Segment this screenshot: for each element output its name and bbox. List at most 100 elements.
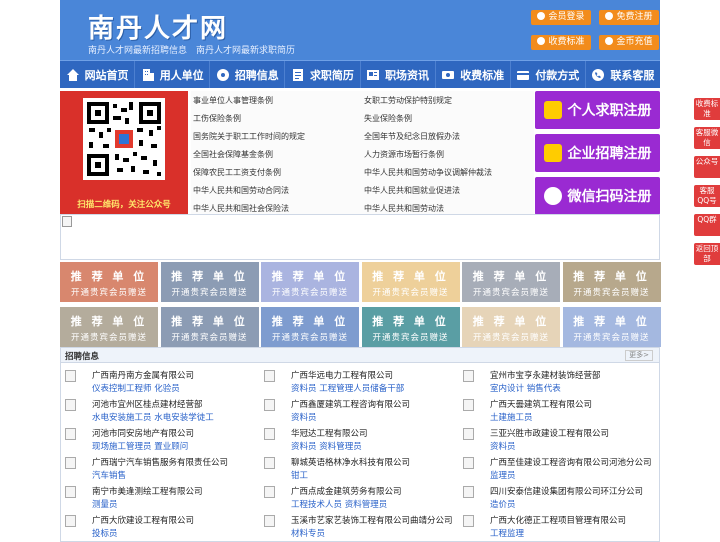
tile-subtitle: 开通贵宾会员赠送 bbox=[271, 333, 348, 343]
job-positions-link[interactable]: 工程技术人员 资料管理员 bbox=[291, 498, 387, 510]
job-positions-link[interactable]: 造价员 bbox=[490, 498, 516, 510]
job-positions-link[interactable]: 钳工 bbox=[291, 469, 308, 481]
company-logo-image[interactable] bbox=[463, 399, 474, 411]
company-logo-image[interactable] bbox=[264, 457, 275, 469]
job-positions-link[interactable]: 土建施工员 bbox=[490, 411, 533, 423]
job-positions-link[interactable]: 资料员 资料管理员 bbox=[291, 440, 362, 452]
job-positions-link[interactable]: 测量员 bbox=[92, 498, 118, 510]
job-positions-link[interactable]: 监理员 bbox=[490, 469, 516, 481]
float-button[interactable]: 客服微信 bbox=[694, 127, 720, 149]
company-name-link[interactable]: 三亚兴胜市政建设工程有限公司 bbox=[490, 427, 609, 439]
recommend-tile[interactable]: 推 荐 单 位开通贵宾会员赠送 bbox=[160, 262, 259, 302]
company-logo-image[interactable] bbox=[463, 370, 474, 382]
job-positions-link[interactable]: 工程监理 bbox=[490, 527, 524, 539]
recommend-tile[interactable]: 推 荐 单 位开通贵宾会员赠送 bbox=[361, 262, 460, 302]
job-item: 广西瑞宁汽车销售服务有限责任公司 汽车销售 bbox=[61, 455, 256, 483]
job-positions-link[interactable]: 仪表控制工程师 化验员 bbox=[92, 382, 180, 394]
jobs-title: 招聘信息 bbox=[65, 352, 100, 362]
company-logo-image[interactable] bbox=[65, 428, 76, 440]
job-positions-link[interactable]: 资料员 bbox=[490, 440, 516, 452]
job-positions-link[interactable]: 汽车销售 bbox=[92, 469, 126, 481]
company-logo-image[interactable] bbox=[463, 428, 474, 440]
company-name-link[interactable]: 河池市宜州区桂点建材经营部 bbox=[92, 398, 203, 410]
company-name-link[interactable]: 广西瑞宁汽车销售服务有限责任公司 bbox=[92, 456, 228, 468]
float-button[interactable]: 客服QQ号 bbox=[694, 185, 720, 207]
banner-ad[interactable] bbox=[60, 214, 660, 260]
company-name-link[interactable]: 玉溪市艺家艺装饰工程有限公司曲靖分公司 bbox=[291, 514, 453, 526]
tile-title: 推 荐 单 位 bbox=[70, 270, 148, 283]
recommend-tile[interactable]: 推 荐 单 位开通贵宾会员赠送 bbox=[462, 307, 560, 347]
tile-title: 推 荐 单 位 bbox=[573, 315, 650, 328]
company-logo-image[interactable] bbox=[264, 428, 275, 440]
company-logo-image[interactable] bbox=[264, 515, 275, 527]
company-name-link[interactable]: 四川安泰信建设集团有限公司环江分公司 bbox=[490, 485, 643, 497]
tile-title: 推 荐 单 位 bbox=[472, 315, 550, 328]
company-logo-image[interactable] bbox=[65, 486, 76, 498]
jobs-more-link[interactable]: 更多> bbox=[625, 350, 653, 361]
company-name-link[interactable]: 宜州市宝亨永建材装饰经营部 bbox=[490, 369, 601, 381]
company-logo-image[interactable] bbox=[264, 486, 275, 498]
job-positions-link[interactable]: 现场施工管理员 置业顾问 bbox=[92, 440, 188, 452]
tile-subtitle: 开通贵宾会员赠送 bbox=[472, 288, 549, 298]
company-name-link[interactable]: 广西至佳建设工程咨询有限公司河池分公司 bbox=[490, 456, 652, 468]
company-name-link[interactable]: 广西天曇建筑工程有限公司 bbox=[490, 398, 592, 410]
company-name-link[interactable]: 广西点成金建筑劳务有限公司 bbox=[291, 485, 402, 497]
company-logo-image[interactable] bbox=[65, 399, 76, 411]
company-name-link[interactable]: 广西南丹南方金属有限公司 bbox=[92, 369, 194, 381]
job-item: 河池市宜州区桂点建材经营部 水电安装施工员 水电安装学徒工 bbox=[61, 397, 256, 425]
recommend-tile[interactable]: 推 荐 单 位开通贵宾会员赠送 bbox=[261, 262, 359, 302]
tile-subtitle: 开通贵宾会员赠送 bbox=[271, 288, 348, 298]
job-positions-link[interactable]: 资料员 工程管理人员储备干部 bbox=[291, 382, 404, 394]
job-item: 广西南丹南方金属有限公司 仪表控制工程师 化验员 bbox=[61, 368, 256, 396]
company-name-link[interactable]: 聊城英语格林净水科技有限公司 bbox=[291, 456, 410, 468]
float-button[interactable]: QQ群 bbox=[694, 214, 720, 236]
recommend-tile[interactable]: 推 荐 单 位开通贵宾会员赠送 bbox=[562, 262, 661, 302]
tile-subtitle: 开通贵宾会员赠送 bbox=[573, 333, 650, 343]
broken-image-icon bbox=[62, 216, 72, 227]
recommend-tile[interactable]: 推 荐 单 位开通贵宾会员赠送 bbox=[60, 262, 158, 302]
jobs-header: 招聘信息 更多> bbox=[61, 348, 659, 363]
company-logo-image[interactable] bbox=[463, 515, 474, 527]
job-item: 广西至佳建设工程咨询有限公司河池分公司 监理员 bbox=[459, 455, 654, 483]
job-item: 宜州市宝亨永建材装饰经营部 室内设计 销售代表 bbox=[459, 368, 654, 396]
company-logo-image[interactable] bbox=[463, 486, 474, 498]
float-button[interactable]: 收费标准 bbox=[694, 98, 720, 120]
float-button[interactable]: 返回顶部 bbox=[694, 243, 720, 265]
company-name-link[interactable]: 广西大欣建设工程有限公司 bbox=[92, 514, 194, 526]
company-name-link[interactable]: 南宁市美逢测绘工程有限公司 bbox=[92, 485, 203, 497]
company-logo-image[interactable] bbox=[264, 370, 275, 382]
recommend-tile[interactable]: 推 荐 单 位开通贵宾会员赠送 bbox=[562, 307, 661, 347]
job-item: 广西大欣建设工程有限公司 投标员 bbox=[61, 513, 256, 541]
company-name-link[interactable]: 河池市同安房地产有限公司 bbox=[92, 427, 194, 439]
tile-subtitle: 开通贵宾会员赠送 bbox=[70, 288, 147, 298]
job-positions-link[interactable]: 室内设计 销售代表 bbox=[490, 382, 561, 394]
company-logo-image[interactable] bbox=[65, 515, 76, 527]
company-logo-image[interactable] bbox=[463, 457, 474, 469]
job-item: 广西点成金建筑劳务有限公司 工程技术人员 资料管理员 bbox=[260, 484, 455, 512]
tile-title: 推 荐 单 位 bbox=[271, 315, 349, 328]
job-item: 三亚兴胜市政建设工程有限公司 资料员 bbox=[459, 426, 654, 454]
tile-title: 推 荐 单 位 bbox=[271, 270, 349, 283]
company-logo-image[interactable] bbox=[264, 399, 275, 411]
tile-subtitle: 开通贵宾会员赠送 bbox=[573, 288, 650, 298]
tile-subtitle: 开通贵宾会员赠送 bbox=[372, 333, 449, 343]
recommend-tile[interactable]: 推 荐 单 位开通贵宾会员赠送 bbox=[462, 262, 560, 302]
company-name-link[interactable]: 华冠达工程有限公司 bbox=[291, 427, 368, 439]
recommend-tile[interactable]: 推 荐 单 位开通贵宾会员赠送 bbox=[160, 307, 259, 347]
company-logo-image[interactable] bbox=[65, 370, 76, 382]
company-logo-image[interactable] bbox=[65, 457, 76, 469]
float-button[interactable]: 公众号 bbox=[694, 156, 720, 178]
job-positions-link[interactable]: 投标员 bbox=[92, 527, 118, 539]
company-name-link[interactable]: 广西大化德正工程项目管理有限公司 bbox=[490, 514, 626, 526]
company-name-link[interactable]: 广西鑫厦建筑工程咨询有限公司 bbox=[291, 398, 410, 410]
recommend-tile[interactable]: 推 荐 单 位开通贵宾会员赠送 bbox=[261, 307, 359, 347]
content-area: 推 荐 单 位开通贵宾会员赠送推 荐 单 位开通贵宾会员赠送推 荐 单 位开通贵… bbox=[60, 0, 661, 542]
recommend-tile[interactable]: 推 荐 单 位开通贵宾会员赠送 bbox=[361, 307, 460, 347]
job-positions-link[interactable]: 水电安装施工员 水电安装学徒工 bbox=[92, 411, 214, 423]
job-positions-link[interactable]: 材料专员 bbox=[291, 527, 325, 539]
recommend-tile[interactable]: 推 荐 单 位开通贵宾会员赠送 bbox=[60, 307, 158, 347]
job-item: 玉溪市艺家艺装饰工程有限公司曲靖分公司 材料专员 bbox=[260, 513, 455, 541]
company-name-link[interactable]: 广西华远电力工程有限公司 bbox=[291, 369, 393, 381]
job-item: 河池市同安房地产有限公司 现场施工管理员 置业顾问 bbox=[61, 426, 256, 454]
job-positions-link[interactable]: 资料员 bbox=[291, 411, 317, 423]
